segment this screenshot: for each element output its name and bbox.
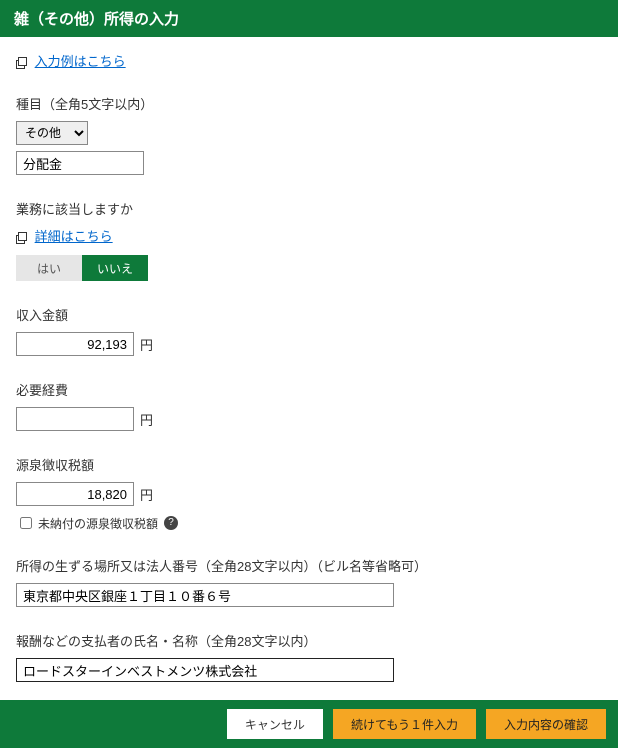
withholding-input[interactable] <box>16 482 134 506</box>
withholding-unit: 円 <box>140 485 153 504</box>
unpaid-withholding-label: 未納付の源泉徴収税額 <box>38 515 158 532</box>
category-label: 種目（全角5文字以内） <box>16 94 602 113</box>
withholding-label: 源泉徴収税額 <box>16 455 602 474</box>
popup-icon <box>16 57 27 67</box>
cancel-button[interactable]: キャンセル <box>227 709 323 739</box>
income-label: 収入金額 <box>16 305 602 324</box>
footer: キャンセル 続けてもう１件入力 入力内容の確認 <box>0 700 618 748</box>
income-unit: 円 <box>140 335 153 354</box>
page-title: 雑（その他）所得の入力 <box>0 0 618 37</box>
business-yes-button[interactable]: はい <box>16 255 82 281</box>
help-icon[interactable]: ? <box>164 516 178 530</box>
example-link[interactable]: 入力例はこちら <box>35 54 126 69</box>
place-label: 所得の生ずる場所又は法人番号（全角28文字以内）（ビル名等省略可） <box>16 556 602 575</box>
business-no-button[interactable]: いいえ <box>82 255 148 281</box>
category-select[interactable]: その他 <box>16 121 88 145</box>
confirm-button[interactable]: 入力内容の確認 <box>486 709 606 739</box>
place-input[interactable] <box>16 583 394 607</box>
business-toggle: はい いいえ <box>16 255 602 281</box>
expense-input[interactable] <box>16 407 134 431</box>
expense-label: 必要経費 <box>16 380 602 399</box>
payer-label: 報酬などの支払者の氏名・名称（全角28文字以内） <box>16 631 602 650</box>
business-detail-link[interactable]: 詳細はこちら <box>35 229 113 244</box>
unpaid-withholding-checkbox[interactable] <box>20 517 32 529</box>
popup-icon <box>16 232 27 242</box>
income-input[interactable] <box>16 332 134 356</box>
payer-input[interactable] <box>16 658 394 682</box>
continue-button[interactable]: 続けてもう１件入力 <box>333 709 476 739</box>
expense-unit: 円 <box>140 410 153 429</box>
business-label: 業務に該当しますか <box>16 199 602 218</box>
category-detail-input[interactable] <box>16 151 144 175</box>
